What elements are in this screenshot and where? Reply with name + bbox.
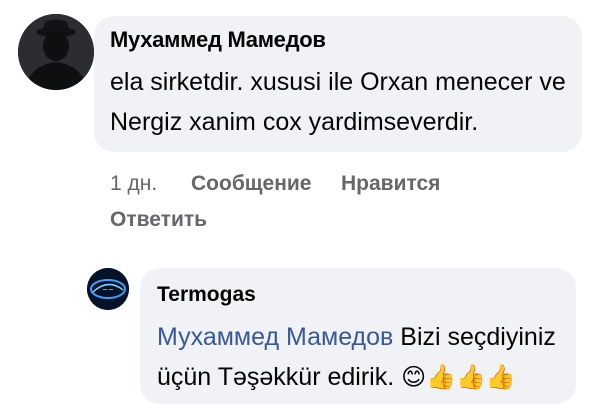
page-avatar[interactable]: ~~	[87, 268, 129, 310]
reply-author-name[interactable]: Termogas	[157, 283, 256, 307]
svg-text:~~: ~~	[102, 286, 114, 294]
commenter-avatar[interactable]	[18, 14, 94, 90]
termogas-logo-icon: ~~	[87, 268, 129, 310]
comment-author-name[interactable]: Мухаммед Мамедов	[110, 27, 326, 53]
reply-text: Мухаммед Мамедов Bizi seçdiyiniz üçün Tə…	[157, 317, 567, 397]
silhouette-icon	[18, 14, 94, 90]
comment-text: ela sirketdir. xususi ile Orxan menecer …	[110, 68, 566, 136]
emoji-group: 😊👍👍👍	[401, 363, 516, 391]
reply-button[interactable]: Ответить	[110, 208, 207, 232]
comment-timestamp[interactable]: 1 дн.	[110, 172, 157, 196]
message-button[interactable]: Сообщение	[191, 172, 311, 196]
mention-link[interactable]: Мухаммед Мамедов	[157, 323, 393, 351]
like-button[interactable]: Нравится	[341, 172, 440, 196]
